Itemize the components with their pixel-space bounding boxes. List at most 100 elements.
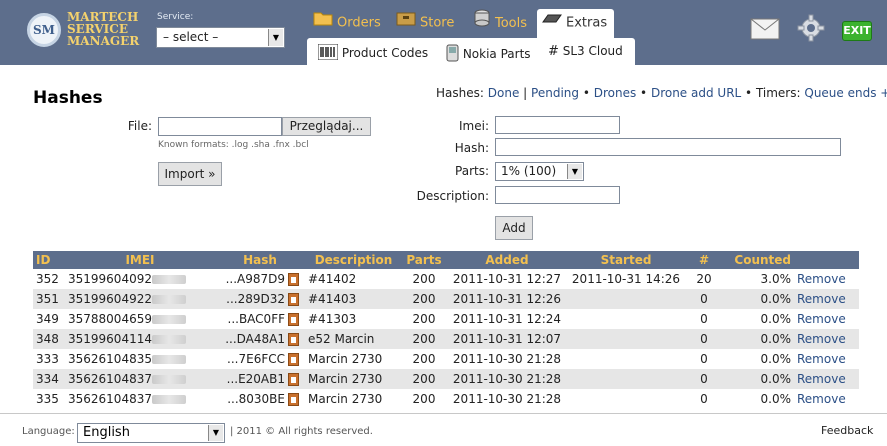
redacted-mask	[151, 395, 186, 404]
table-row: 348 35199604114 ...DA48A1 e52 Marcin 200 2011…	[33, 329, 859, 349]
col-description[interactable]: Description	[305, 251, 402, 269]
cell-counted: 0.0%	[760, 392, 792, 406]
col-count[interactable]: #	[684, 251, 724, 269]
document-icon[interactable]	[288, 393, 299, 406]
hash-icon: #	[548, 44, 559, 59]
cell-counted: 0.0%	[724, 289, 794, 309]
col-parts[interactable]: Parts	[402, 251, 446, 269]
hash-label: Hash:	[454, 141, 489, 155]
extras-subnav: Product Codes Nokia Parts # SL3 Cloud	[307, 38, 635, 65]
cell-started	[568, 289, 684, 309]
remove-link[interactable]: Remove	[797, 312, 846, 326]
redacted-mask	[151, 275, 186, 284]
app-logo[interactable]: SM MARTECH SERVICE MANAGER	[23, 8, 139, 50]
cell-parts: 200	[402, 329, 446, 349]
page-title: Hashes	[33, 88, 103, 108]
col-imei[interactable]: IMEI	[65, 251, 215, 269]
document-icon[interactable]	[288, 313, 299, 326]
cell-imei: 35626104837	[65, 389, 215, 409]
chevron-down-icon[interactable]: ▼	[567, 164, 582, 179]
phone-icon	[446, 44, 459, 65]
add-button[interactable]: Add	[495, 216, 533, 240]
document-icon[interactable]	[288, 293, 299, 306]
col-actions	[794, 251, 859, 269]
remove-link[interactable]: Remove	[797, 352, 846, 366]
nav-done-link[interactable]: Done	[488, 86, 520, 100]
cell-parts: 200	[412, 272, 436, 286]
chevron-down-icon[interactable]: ▼	[268, 29, 283, 46]
remove-link[interactable]: Remove	[797, 332, 846, 346]
cell-imei: 35199604114	[65, 329, 215, 349]
redacted-mask	[151, 335, 186, 344]
col-started[interactable]: Started	[568, 251, 684, 269]
subtab-nokia-parts[interactable]: Nokia Parts	[446, 44, 531, 65]
parts-select[interactable]: 1% (100) ▼	[495, 162, 584, 181]
cell-counted: 0.0%	[760, 352, 792, 366]
cell-hash: ...E20AB1	[215, 369, 305, 389]
hashes-nav: Hashes: Done | Pending • Drones • Drone …	[436, 86, 887, 100]
nav-queue-ends-link[interactable]: Queue ends +1	[804, 86, 887, 100]
nav-pending-link[interactable]: Pending	[531, 86, 579, 100]
cell-actions: Remove	[794, 389, 859, 409]
description-field[interactable]	[495, 186, 620, 204]
tab-tools[interactable]: Tools	[473, 9, 527, 39]
import-button[interactable]: Import »	[158, 162, 222, 186]
browse-button[interactable]: Przeglądaj...	[282, 117, 371, 136]
cell-count: 0	[700, 392, 708, 406]
language-select[interactable]: English ▼	[77, 423, 225, 443]
imei-field[interactable]	[495, 116, 620, 134]
chevron-down-icon[interactable]: ▼	[208, 425, 223, 441]
cell-hash: ...BAC0FF	[215, 309, 305, 329]
redacted-mask	[151, 375, 186, 384]
cell-counted: 3.0%	[760, 272, 792, 286]
col-counted[interactable]: Counted	[724, 251, 794, 269]
cell-id: 333	[36, 352, 59, 366]
remove-link[interactable]: Remove	[797, 292, 846, 306]
copyright-text: | 2011 © All rights reserved.	[230, 426, 373, 437]
cell-count: 0	[684, 329, 724, 349]
logo-badge-icon: SM	[27, 13, 61, 47]
cell-description: Marcin 2730	[308, 392, 383, 406]
barcode-icon	[317, 43, 339, 63]
remove-link[interactable]: Remove	[797, 272, 846, 286]
cell-count: 20	[696, 272, 712, 286]
remove-link[interactable]: Remove	[797, 392, 846, 406]
tab-orders[interactable]: Orders	[313, 9, 381, 39]
tab-extras[interactable]: Extras	[537, 9, 615, 40]
col-hash[interactable]: Hash	[215, 251, 305, 269]
cell-imei: 35199604092	[65, 269, 215, 289]
mail-icon[interactable]	[750, 18, 780, 43]
hash-field[interactable]	[495, 138, 841, 156]
cell-description: e52 Marcin	[305, 329, 402, 349]
exit-button[interactable]: EXIT	[842, 21, 872, 41]
document-icon[interactable]	[288, 333, 299, 346]
tab-store[interactable]: Store	[396, 9, 454, 39]
box-icon	[396, 9, 416, 37]
cell-hash: ...A987D9	[215, 269, 305, 289]
file-label: File:	[127, 119, 152, 133]
cell-started	[568, 329, 684, 349]
cell-parts: 200	[412, 352, 436, 366]
document-icon[interactable]	[288, 353, 299, 366]
document-icon[interactable]	[288, 373, 299, 386]
cell-count: 0	[700, 312, 708, 326]
service-select[interactable]: – select – ▼	[156, 27, 285, 48]
nav-drones-link[interactable]: Drones	[594, 86, 637, 100]
col-added[interactable]: Added	[446, 251, 568, 269]
cell-id: 348	[33, 329, 65, 349]
cell-id: 352	[36, 272, 59, 286]
gear-icon[interactable]	[797, 14, 825, 45]
cell-id: 351	[33, 289, 65, 309]
file-input[interactable]	[158, 117, 282, 136]
subtab-product-codes[interactable]: Product Codes	[317, 43, 428, 63]
feedback-link[interactable]: Feedback	[821, 424, 873, 437]
cell-parts: 200	[402, 289, 446, 309]
col-id[interactable]: ID	[33, 251, 65, 269]
remove-link[interactable]: Remove	[797, 372, 846, 386]
subtab-sl3-cloud[interactable]: # SL3 Cloud	[548, 44, 623, 59]
nav-drone-add-link[interactable]: Drone add URL	[651, 86, 741, 100]
cell-hash: ...8030BE	[215, 389, 305, 409]
table-row: 352 35199604092 ...A987D9 #41402 200 2011-10-…	[33, 269, 859, 289]
cell-description: Marcin 2730	[305, 369, 402, 389]
document-icon[interactable]	[288, 273, 299, 286]
